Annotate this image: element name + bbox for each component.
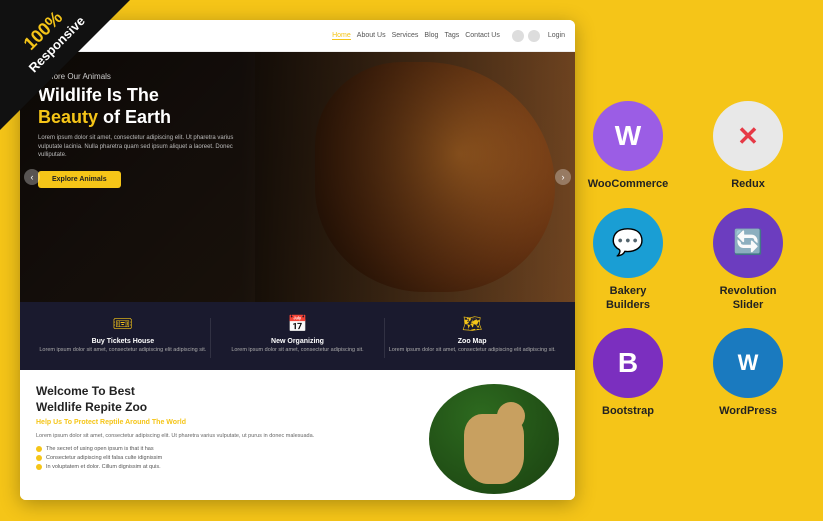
welcome-section: Welcome To BestWeldlife Repite Zoo Help … bbox=[20, 370, 575, 500]
cart-icon[interactable] bbox=[528, 30, 540, 42]
nav-login[interactable]: Login bbox=[548, 32, 565, 39]
deer-head bbox=[497, 402, 525, 430]
redux-x: ✕ bbox=[737, 121, 759, 152]
plugins-row-2: 💬 BakeryBuilders 🔄 RevolutionSlider bbox=[573, 208, 803, 313]
nav-link-home[interactable]: Home bbox=[332, 32, 351, 40]
organizing-icon: 📅 bbox=[211, 314, 385, 334]
feature-organizing-title: New Organizing bbox=[211, 338, 385, 345]
bullet-dot-3 bbox=[36, 464, 42, 470]
bakery-label: BakeryBuilders bbox=[606, 284, 650, 313]
nav-links: Home About Us Services Blog Tags Contact… bbox=[332, 32, 500, 40]
bakery-symbol: 💬 bbox=[612, 227, 644, 258]
welcome-bullet-3: In voluptatem et dolor. Cillum dignissim… bbox=[36, 464, 413, 470]
search-icon[interactable] bbox=[512, 30, 524, 42]
feature-organizing: 📅 New Organizing Lorem ipsum dolor sit a… bbox=[211, 314, 385, 355]
bakery-icon: 💬 bbox=[593, 208, 663, 278]
hero-description: Lorem ipsum dolor sit amet, consectetur … bbox=[38, 134, 238, 159]
welcome-title: Welcome To BestWeldlife Repite Zoo bbox=[36, 384, 413, 415]
nav-link-contact[interactable]: Contact Us bbox=[465, 32, 500, 39]
welcome-text: Welcome To BestWeldlife Repite Zoo Help … bbox=[36, 384, 413, 494]
welcome-bullet-2: Consectetur adipiscing elit falsa culte … bbox=[36, 455, 413, 461]
wp-letter: W bbox=[738, 350, 759, 376]
feature-tickets: 🎟 Buy Tickets House Lorem ipsum dolor si… bbox=[36, 314, 210, 355]
plugin-wordpress: W WordPress bbox=[693, 328, 803, 418]
hero-title-line2: of Earth bbox=[103, 107, 171, 127]
plugins-row-3: B Bootstrap W WordPress bbox=[573, 328, 803, 418]
tickets-icon: 🎟 bbox=[36, 314, 210, 334]
feature-tickets-desc: Lorem ipsum dolor sit amet, consectetur … bbox=[36, 347, 210, 355]
hero-title-highlight: Beauty bbox=[38, 107, 98, 127]
revolution-icon: 🔄 bbox=[713, 208, 783, 278]
bootstrap-icon: B bbox=[593, 328, 663, 398]
feature-organizing-desc: Lorem ipsum dolor sit amet, consectetur … bbox=[211, 347, 385, 355]
nav-link-tags[interactable]: Tags bbox=[444, 32, 459, 39]
map-icon: 🗺 bbox=[385, 314, 559, 334]
plugin-bakery: 💬 BakeryBuilders bbox=[573, 208, 683, 313]
welcome-description: Lorem ipsum dolor sit amet, consectetur … bbox=[36, 432, 413, 440]
woo-letter: W bbox=[615, 120, 641, 152]
plugin-woocommerce: W WooCommerce bbox=[573, 101, 683, 191]
nav-icons bbox=[512, 30, 540, 42]
nav-link-blog[interactable]: Blog bbox=[424, 32, 438, 39]
hero-section: Explore Our Animals Wildlife Is The Beau… bbox=[20, 52, 575, 302]
features-bar: 🎟 Buy Tickets House Lorem ipsum dolor si… bbox=[20, 302, 575, 370]
bullet-dot-1 bbox=[36, 446, 42, 452]
redux-label: Redux bbox=[731, 177, 765, 191]
plugin-redux: ✕ Redux bbox=[693, 101, 803, 191]
hero-subtitle: Explore Our Animals bbox=[38, 72, 238, 81]
woocommerce-label: WooCommerce bbox=[588, 177, 668, 191]
plugins-row-1: W WooCommerce ✕ Redux bbox=[573, 101, 803, 191]
hero-next-arrow[interactable]: › bbox=[555, 169, 571, 185]
welcome-image bbox=[429, 384, 559, 494]
hero-content: Explore Our Animals Wildlife Is The Beau… bbox=[38, 72, 238, 188]
hero-prev-arrow[interactable]: ‹ bbox=[24, 169, 40, 185]
website-preview: 🦋 Wildlife Home About Us Services Blog T… bbox=[20, 20, 575, 500]
redux-icon: ✕ bbox=[713, 101, 783, 171]
hero-title-line1: Wildlife Is The bbox=[38, 85, 159, 105]
woocommerce-icon: W bbox=[593, 101, 663, 171]
revolution-symbol: 🔄 bbox=[733, 228, 763, 257]
welcome-subtitle: Help Us To Protect Reptile Around The Wo… bbox=[36, 419, 413, 426]
welcome-bullet-1: The secret of using open ipsum is that i… bbox=[36, 446, 413, 452]
nav-link-about[interactable]: About Us bbox=[357, 32, 386, 39]
plugin-revolution: 🔄 RevolutionSlider bbox=[693, 208, 803, 313]
revolution-label: RevolutionSlider bbox=[720, 284, 777, 313]
nav-link-services[interactable]: Services bbox=[392, 32, 419, 39]
feature-map: 🗺 Zoo Map Lorem ipsum dolor sit amet, co… bbox=[385, 314, 559, 355]
bullet-dot-2 bbox=[36, 455, 42, 461]
wordpress-icon: W bbox=[713, 328, 783, 398]
wordpress-label: WordPress bbox=[719, 404, 777, 418]
plugin-bootstrap: B Bootstrap bbox=[573, 328, 683, 418]
feature-map-title: Zoo Map bbox=[385, 338, 559, 345]
feature-map-desc: Lorem ipsum dolor sit amet, consectetur … bbox=[385, 347, 559, 355]
plugins-panel: W WooCommerce ✕ Redux 💬 BakeryBuilders 🔄… bbox=[573, 20, 803, 500]
hero-title: Wildlife Is The Beauty of Earth bbox=[38, 85, 238, 128]
bootstrap-label: Bootstrap bbox=[602, 404, 654, 418]
hero-cta-button[interactable]: Explore Animals bbox=[38, 171, 121, 188]
feature-tickets-title: Buy Tickets House bbox=[36, 338, 210, 345]
bootstrap-letter: B bbox=[618, 347, 638, 379]
